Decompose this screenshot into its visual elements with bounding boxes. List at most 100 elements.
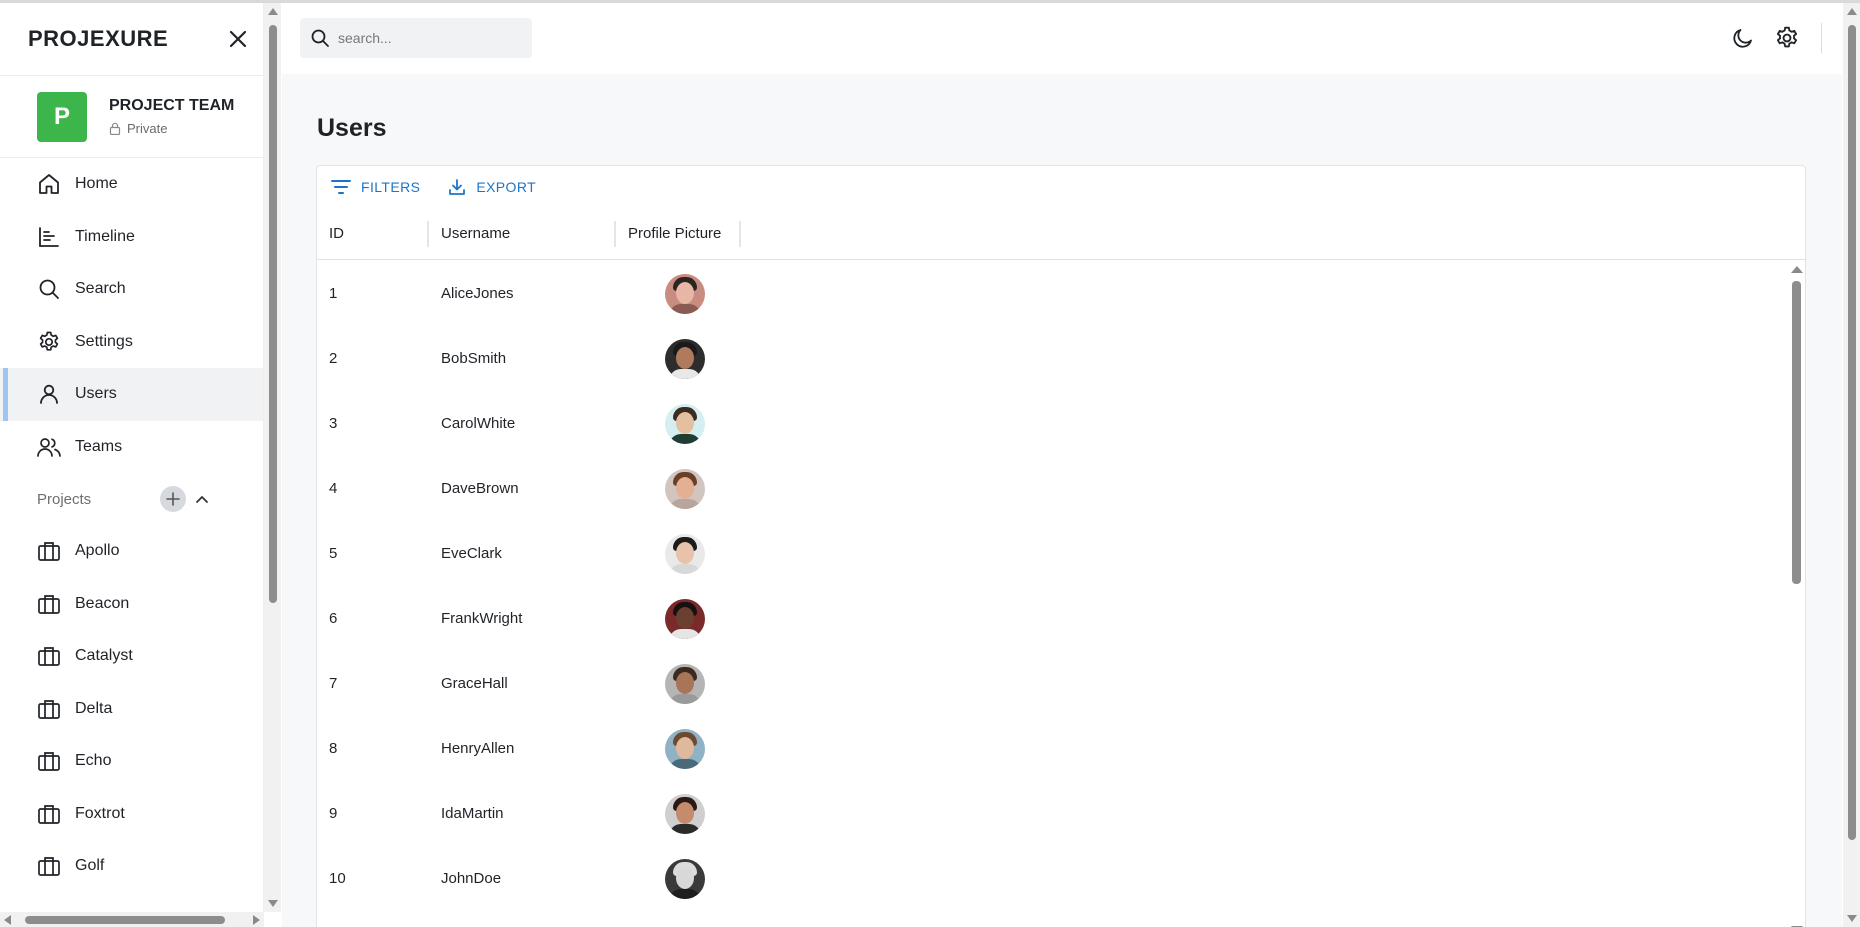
cell-username: CarolWhite xyxy=(441,415,516,432)
page-scrollbar-thumb[interactable] xyxy=(1848,25,1856,840)
sidebar-scrollbar[interactable] xyxy=(264,3,281,912)
nav-label: Settings xyxy=(75,332,133,350)
filters-button[interactable]: FILTERS xyxy=(327,175,424,199)
avatar xyxy=(664,533,705,574)
topbar-divider xyxy=(1821,23,1822,53)
main-nav: Home Timeline Search Settings Users Team… xyxy=(0,158,263,473)
avatar xyxy=(664,663,705,704)
scroll-up-arrow-icon[interactable] xyxy=(1847,8,1857,15)
column-header-profile-picture[interactable]: Profile Picture xyxy=(616,207,741,259)
table-row[interactable]: 2 BobSmith xyxy=(317,326,1788,391)
briefcase-icon xyxy=(36,853,62,879)
cell-username: HenryAllen xyxy=(441,740,515,757)
search-box[interactable] xyxy=(300,18,532,58)
table-row[interactable]: 9 IdaMartin xyxy=(317,781,1788,846)
user-icon xyxy=(36,381,62,407)
table-row[interactable]: 7 GraceHall xyxy=(317,651,1788,716)
nav-item-search[interactable]: Search xyxy=(0,263,263,316)
table-row[interactable]: 10 JohnDoe xyxy=(317,846,1788,911)
lock-icon xyxy=(109,122,121,135)
dark-mode-toggle-button[interactable] xyxy=(1728,23,1758,53)
briefcase-icon xyxy=(36,643,62,669)
teams-icon xyxy=(36,434,62,460)
nav-item-teams[interactable]: Teams xyxy=(0,421,263,474)
project-item-catalyst[interactable]: Catalyst xyxy=(0,630,263,683)
brand-logo: PROJEXURE xyxy=(28,26,169,51)
settings-button[interactable] xyxy=(1772,23,1802,53)
project-item-apollo[interactable]: Apollo xyxy=(0,525,263,578)
sidebar-header: PROJEXURE xyxy=(0,3,263,75)
avatar xyxy=(664,468,705,509)
project-item-foxtrot[interactable]: Foxtrot xyxy=(0,788,263,841)
search-input[interactable] xyxy=(338,30,528,46)
filter-icon xyxy=(331,179,351,194)
scroll-down-arrow-icon[interactable] xyxy=(1847,915,1857,922)
grid-body: 1 AliceJones 2 BobSmith 3 CarolWhite 4 D… xyxy=(317,261,1788,927)
table-row[interactable]: 5 EveClark xyxy=(317,521,1788,586)
nav-label: Search xyxy=(75,280,126,298)
table-row[interactable]: 3 CarolWhite xyxy=(317,391,1788,456)
avatar xyxy=(664,793,705,834)
scroll-up-arrow-icon[interactable] xyxy=(268,8,278,15)
cell-username: DaveBrown xyxy=(441,480,519,497)
project-label: Delta xyxy=(75,699,113,717)
moon-icon xyxy=(1733,29,1752,48)
chevron-up-icon xyxy=(196,495,209,503)
team-visibility: Private xyxy=(127,121,168,136)
project-label: Apollo xyxy=(75,542,120,560)
cell-username: JohnDoe xyxy=(441,870,502,887)
team-selector[interactable]: P PROJECT TEAM Private xyxy=(0,75,263,158)
table-row[interactable]: 4 DaveBrown xyxy=(317,456,1788,521)
scroll-left-arrow-icon[interactable] xyxy=(4,915,11,925)
page-scrollbar[interactable] xyxy=(1843,3,1860,927)
table-row[interactable]: 1 AliceJones xyxy=(317,261,1788,326)
nav-item-settings[interactable]: Settings xyxy=(0,316,263,369)
sidebar: PROJEXURE P PROJECT TEAM Private Home Ti… xyxy=(0,3,264,912)
project-item-delta[interactable]: Delta xyxy=(0,683,263,736)
table-row[interactable]: 8 HenryAllen xyxy=(317,716,1788,781)
cell-username: IdaMartin xyxy=(441,805,504,822)
close-icon xyxy=(229,30,247,48)
column-header-id[interactable]: ID xyxy=(317,207,429,259)
avatar xyxy=(664,403,705,444)
scroll-up-arrow-icon[interactable] xyxy=(1791,266,1803,273)
plus-icon xyxy=(166,492,180,506)
sidebar-scrollbar-thumb[interactable] xyxy=(269,25,277,603)
timeline-icon xyxy=(36,224,62,250)
project-item-golf[interactable]: Golf xyxy=(0,840,263,893)
column-header-username[interactable]: Username xyxy=(429,207,616,259)
scroll-right-arrow-icon[interactable] xyxy=(253,915,260,925)
sidebar-horizontal-scrollbar[interactable] xyxy=(0,912,264,927)
grid-scrollbar[interactable] xyxy=(1788,261,1805,927)
cell-id: 4 xyxy=(329,480,338,497)
cell-id: 8 xyxy=(329,740,338,757)
column-separator[interactable] xyxy=(739,221,741,247)
cell-id: 6 xyxy=(329,610,338,627)
nav-item-home[interactable]: Home xyxy=(0,158,263,211)
avatar xyxy=(664,338,705,379)
nav-label: Timeline xyxy=(75,227,135,245)
cell-id: 3 xyxy=(329,415,338,432)
search-icon xyxy=(36,276,62,302)
users-data-grid: FILTERS EXPORT ID Username Profile Pictu… xyxy=(316,165,1806,927)
page-title: Users xyxy=(317,114,387,142)
collapse-projects-button[interactable] xyxy=(192,489,212,509)
add-project-button[interactable] xyxy=(160,486,187,512)
nav-item-timeline[interactable]: Timeline xyxy=(0,211,263,264)
nav-item-users[interactable]: Users xyxy=(0,368,263,421)
export-label: EXPORT xyxy=(476,178,537,195)
main-content: Users FILTERS EXPORT ID Username Profile xyxy=(282,74,1842,927)
cell-id: 9 xyxy=(329,805,338,822)
team-avatar: P xyxy=(37,91,87,142)
project-item-echo[interactable]: Echo xyxy=(0,735,263,788)
column-header-label: Username xyxy=(441,224,511,242)
table-row[interactable]: 6 FrankWright xyxy=(317,586,1788,651)
sidebar-horizontal-scrollbar-thumb[interactable] xyxy=(25,916,225,924)
scroll-down-arrow-icon[interactable] xyxy=(268,900,278,907)
avatar xyxy=(664,598,705,639)
projects-section-header: Projects xyxy=(0,473,263,525)
grid-scrollbar-thumb[interactable] xyxy=(1792,281,1801,584)
close-sidebar-button[interactable] xyxy=(223,24,253,54)
project-item-beacon[interactable]: Beacon xyxy=(0,578,263,631)
export-button[interactable]: EXPORT xyxy=(444,174,540,200)
